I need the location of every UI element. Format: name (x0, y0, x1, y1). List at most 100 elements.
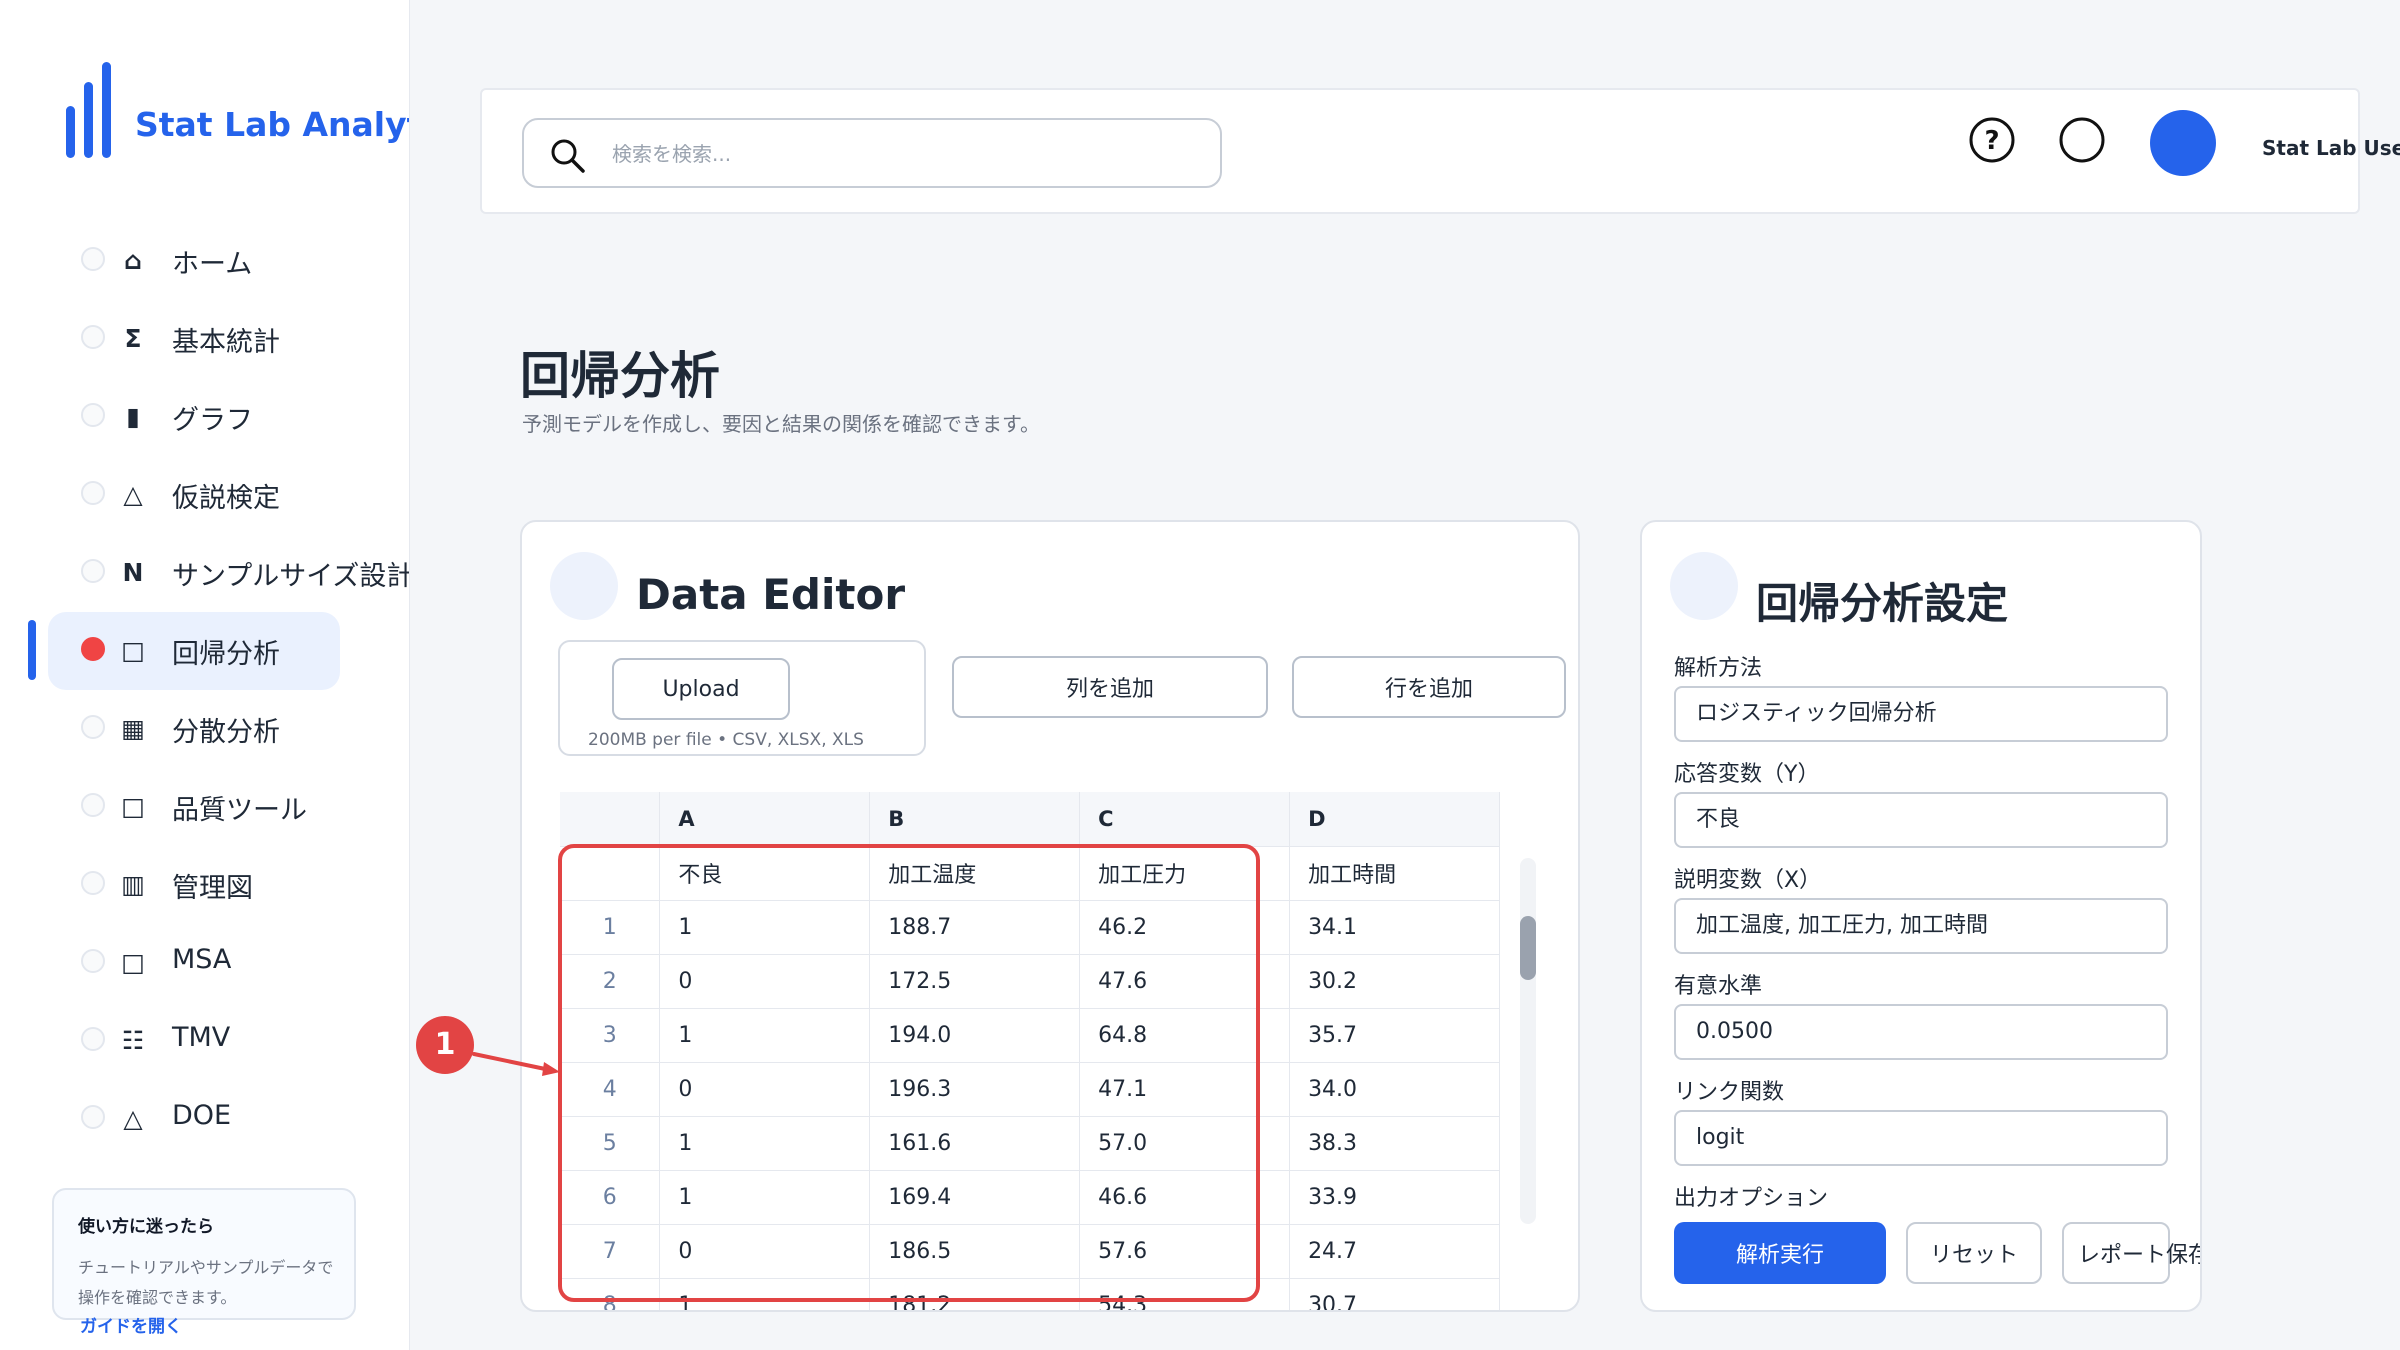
svg-text:?: ? (1984, 126, 1999, 156)
quality-tools-icon: □ (121, 792, 145, 821)
output-options-label: 出力オプション (1674, 1186, 1829, 1211)
sidebar-item-label: DOE (172, 1100, 232, 1131)
response-select[interactable]: 不良 (1674, 792, 2168, 848)
nav-radio (81, 637, 105, 661)
brand-logo-icon (66, 62, 112, 158)
sidebar-item-label: 分散分析 (172, 717, 280, 748)
sidebar-item-label: 仮説検定 (172, 483, 280, 514)
column-header[interactable]: D (1289, 792, 1500, 847)
settings-title: 回帰分析設定 (1756, 579, 2009, 628)
sidebar-item-5[interactable]: □ 回帰分析 (48, 612, 340, 690)
sidebar-item-label: グラフ (172, 405, 253, 436)
add-row-button[interactable]: 行を追加 (1292, 656, 1566, 718)
tmv-icon: ☷ (121, 1026, 145, 1055)
table-cell[interactable]: 加工時間 (1289, 846, 1500, 901)
search-icon (551, 139, 585, 173)
nav-radio (81, 949, 105, 973)
upload-dropzone[interactable]: Upload 200MB per file • CSV, XLSX, XLS (558, 640, 926, 756)
predictors-select[interactable]: 加工温度, 加工圧力, 加工時間 (1674, 898, 2168, 954)
column-header[interactable]: C (1079, 792, 1291, 847)
sidebar-item-label: 回帰分析 (172, 639, 280, 670)
search-input[interactable] (612, 136, 1192, 172)
bar-chart-icon: ▮ (126, 402, 140, 431)
card-icon (1670, 552, 1738, 620)
nav-radio (81, 481, 105, 505)
sidebar-item-1[interactable]: Σ 基本統計 (48, 300, 340, 378)
annotation-arrow-icon (472, 1052, 560, 1076)
nav-radio (81, 559, 105, 583)
sidebar-item-label: ホーム (172, 249, 253, 280)
nav-radio (81, 325, 105, 349)
regression-settings-card: 回帰分析設定 解析方法 ロジスティック回帰分析 応答変数（Y） 不良 説明変数（… (1640, 520, 2202, 1312)
grid-icon: ▦ (121, 714, 145, 743)
reset-button[interactable]: リセット (1906, 1222, 2042, 1284)
control-chart-icon: ▥ (121, 870, 145, 899)
table-cell[interactable]: 34.1 (1289, 900, 1500, 955)
annotation-badge: 1 (416, 1016, 474, 1074)
upload-note: 200MB per file • CSV, XLSX, XLS (588, 730, 864, 750)
link-function-select[interactable]: logit (1674, 1110, 2168, 1166)
msa-icon: □ (121, 948, 145, 977)
nav-radio (81, 715, 105, 739)
guide-link[interactable]: ガイドを開く (80, 1312, 182, 1337)
page-title: 回帰分析 (520, 347, 720, 405)
sidebar-item-label: 管理図 (172, 873, 253, 904)
active-indicator (28, 620, 36, 680)
upload-button[interactable]: Upload (612, 658, 790, 720)
brand-name: Stat Lab Analytics (135, 105, 409, 144)
sidebar-item-8[interactable]: ▥ 管理図 (48, 846, 340, 924)
sidebar-item-4[interactable]: N サンプルサイズ設計 (48, 534, 409, 612)
table-cell[interactable]: 33.9 (1289, 1170, 1500, 1225)
sidebar: Stat Lab Analytics ⌂ ホーム Σ 基本統計 ▮ グラフ △ 仮説検定 N サン… (0, 0, 410, 1350)
notification-icon[interactable] (2058, 116, 2106, 164)
annotation-highlight-box (558, 844, 1260, 1302)
sidebar-item-label: サンプルサイズ設計 (172, 561, 410, 592)
significance-label: 有意水準 (1674, 974, 1763, 999)
sidebar-item-label: 基本統計 (172, 327, 280, 358)
table-cell[interactable]: 38.3 (1289, 1116, 1500, 1171)
sidebar-item-7[interactable]: □ 品質ツール (48, 768, 340, 846)
nav-radio (81, 793, 105, 817)
sidebar-item-9[interactable]: □ MSA (48, 924, 340, 1002)
help-card: 使い方に迷ったら チュートリアルやサンプルデータで操作を確認できます。 ガイドを… (52, 1188, 356, 1337)
sample-size-icon: N (122, 558, 144, 587)
sidebar-item-2[interactable]: ▮ グラフ (48, 378, 340, 456)
significance-input[interactable]: 0.0500 (1674, 1004, 2168, 1060)
method-select[interactable]: ロジスティック回帰分析 (1674, 686, 2168, 742)
save-report-button[interactable]: レポート保存 (2062, 1222, 2200, 1284)
help-title: 使い方に迷ったら (78, 1217, 214, 1237)
avatar[interactable] (2150, 110, 2216, 176)
sigma-icon: Σ (124, 324, 142, 353)
column-header[interactable]: B (869, 792, 1081, 847)
method-label: 解析方法 (1674, 656, 1763, 681)
regression-icon: □ (121, 636, 145, 665)
sidebar-item-0[interactable]: ⌂ ホーム (48, 222, 340, 300)
table-cell[interactable]: 30.7 (1289, 1278, 1500, 1310)
search-box[interactable] (522, 118, 1222, 188)
add-column-button[interactable]: 列を追加 (952, 656, 1268, 718)
triangle-icon: △ (123, 480, 143, 509)
page-subtitle: 予測モデルを作成し、要因と結果の関係を確認できます。 (522, 412, 1040, 436)
help-text: チュートリアルやサンプルデータで操作を確認できます。 (78, 1258, 334, 1307)
table-cell[interactable]: 30.2 (1289, 954, 1500, 1009)
predictors-label: 説明変数（X） (1674, 868, 1822, 893)
sidebar-item-label: MSA (172, 944, 232, 975)
link-function-label: リンク関数 (1674, 1080, 1785, 1105)
nav-radio (81, 247, 105, 271)
column-header[interactable]: A (659, 792, 871, 847)
table-scrollbar-track[interactable] (1520, 858, 1536, 1224)
home-icon: ⌂ (124, 246, 142, 275)
table-cell[interactable]: 24.7 (1289, 1224, 1500, 1279)
column-header-row: ABCD (560, 792, 1500, 847)
sidebar-item-6[interactable]: ▦ 分散分析 (48, 690, 340, 768)
nav-radio (81, 871, 105, 895)
table-scrollbar-thumb[interactable] (1520, 916, 1536, 980)
sidebar-item-10[interactable]: ☷ TMV (48, 1002, 340, 1080)
table-cell[interactable]: 35.7 (1289, 1008, 1500, 1063)
sidebar-item-3[interactable]: △ 仮説検定 (48, 456, 340, 534)
run-analysis-button[interactable]: 解析実行 (1674, 1222, 1886, 1284)
table-cell[interactable]: 34.0 (1289, 1062, 1500, 1117)
doe-icon: △ (123, 1104, 143, 1133)
sidebar-item-11[interactable]: △ DOE (48, 1080, 340, 1158)
help-icon[interactable]: ? (1968, 116, 2016, 164)
